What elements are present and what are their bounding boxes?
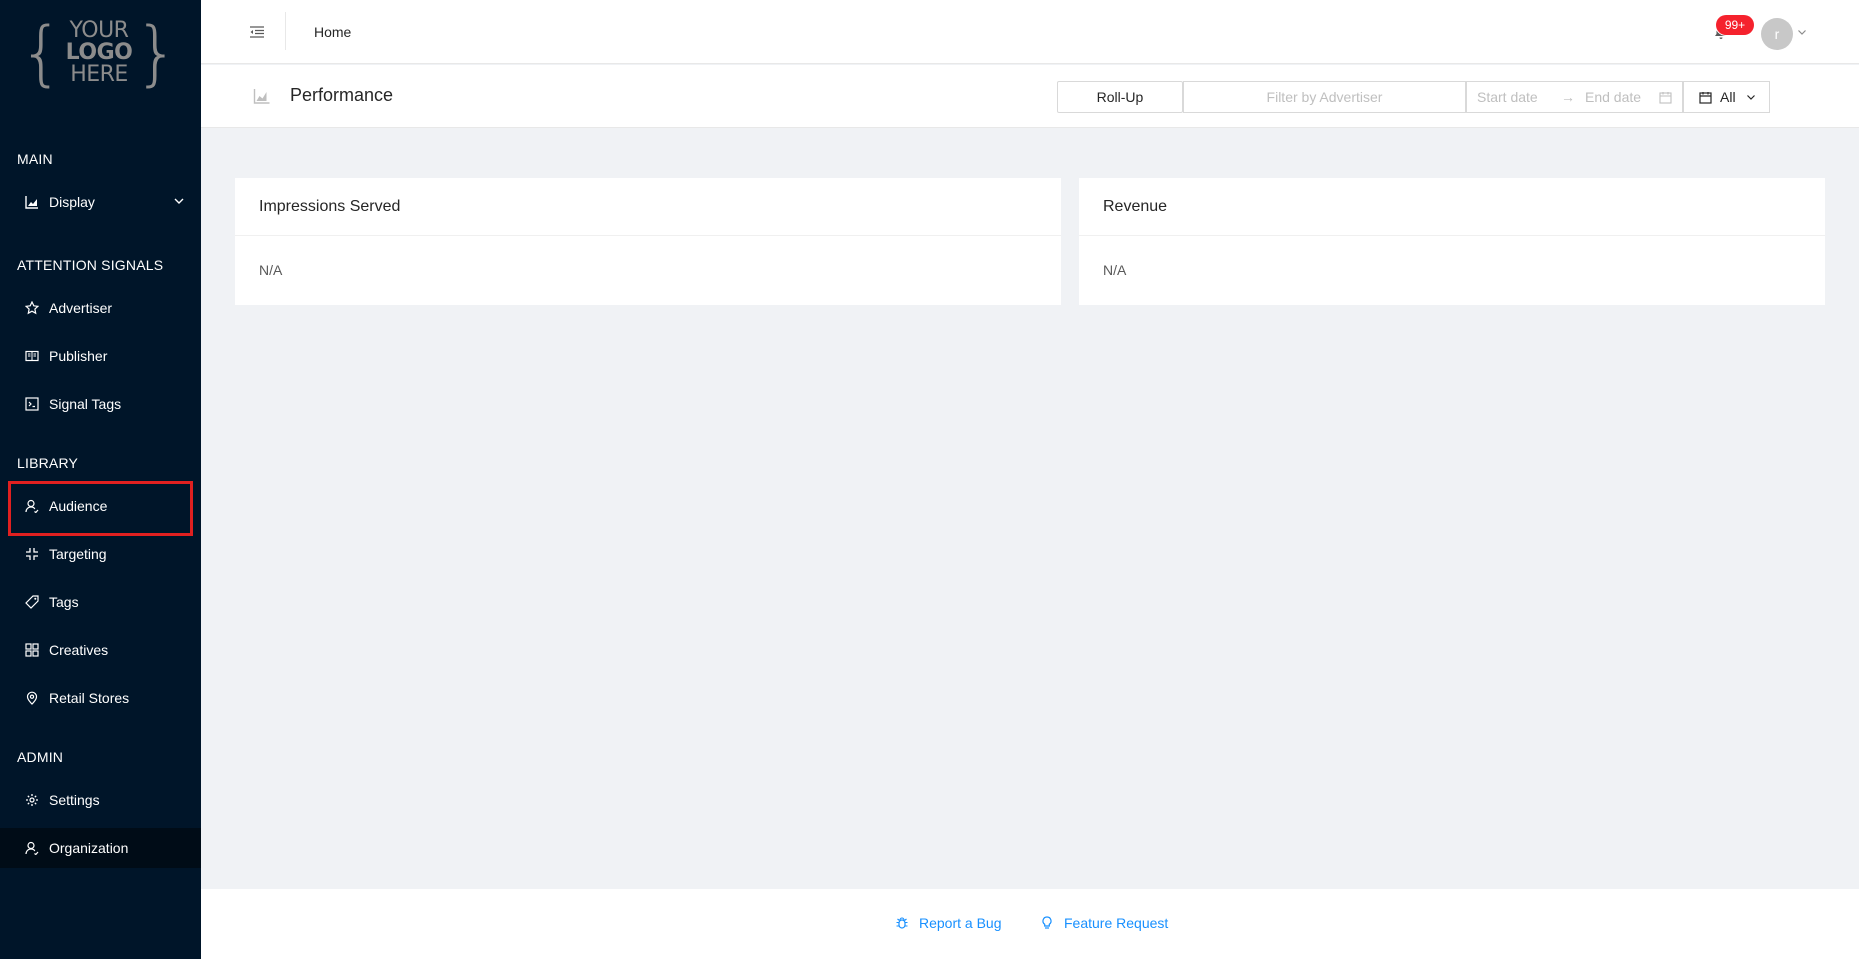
sidebar-item-signal-tags[interactable]: Signal Tags [0,384,201,424]
rollup-button[interactable]: Roll-Up [1057,81,1183,113]
date-preset-select[interactable]: All [1683,81,1770,113]
calendar-icon [1659,92,1672,104]
card-value: N/A [259,262,283,278]
logo-right-brace: } [134,12,179,94]
logo-left-brace: { [19,12,64,94]
sidebar-item-advertiser[interactable]: Advertiser [0,288,201,328]
gear-icon [25,793,39,807]
date-preset-value: All [1720,89,1736,105]
code-icon [25,397,39,411]
sidebar-item-label: Publisher [49,348,108,364]
sidebar: { YOUR LOGO HERE } MAIN Display ATTENTIO… [0,0,201,959]
end-date-input[interactable]: End date [1585,89,1661,105]
top-header: Home 99+ r [201,0,1859,64]
team-icon [25,841,39,855]
sidebar-item-tags[interactable]: Tags [0,582,201,622]
sidebar-item-label: Targeting [49,546,107,562]
sidebar-item-creatives[interactable]: Creatives [0,630,201,670]
arrow-right-icon: → [1561,89,1575,105]
report-bug-link[interactable]: Report a Bug [895,915,1002,931]
area-chart-icon [253,89,270,104]
appstore-icon [25,643,39,657]
sidebar-item-publisher[interactable]: Publisher [0,336,201,376]
impressions-card: Impressions Served N/A [235,178,1061,305]
page-header: Performance Roll-Up Start date → End dat… [201,65,1859,128]
read-icon [25,349,39,363]
user-icon [25,499,39,513]
logo: { YOUR LOGO HERE } [19,14,179,92]
area-chart-icon [25,195,39,209]
card-value: N/A [1103,262,1127,278]
sidebar-item-audience[interactable]: Audience [0,486,201,526]
sidebar-item-label: Tags [49,594,79,610]
sidebar-item-label: Signal Tags [49,396,122,412]
advertiser-filter-input[interactable] [1183,81,1466,113]
bulb-icon [1042,916,1052,929]
feature-request-label: Feature Request [1064,915,1169,931]
chevron-down-icon [174,198,184,204]
report-bug-label: Report a Bug [919,915,1002,931]
sidebar-item-settings[interactable]: Settings [0,780,201,820]
card-title: Revenue [1079,178,1825,236]
chevron-down-icon[interactable] [1797,27,1807,37]
group-title-main: MAIN [17,151,53,167]
logo-text: YOUR LOGO HERE [66,20,133,86]
group-title-attention-signals: ATTENTION SIGNALS [17,257,164,273]
logo-line-1: YOUR [69,18,129,43]
card-title: Impressions Served [235,178,1061,236]
logo-line-3: HERE [70,62,128,87]
group-title-library: LIBRARY [17,455,79,471]
map-pin-icon [25,691,39,705]
star-icon [25,301,39,315]
sidebar-item-label: Creatives [49,642,109,658]
footer: Report a Bug Feature Request [201,889,1859,959]
feature-request-link[interactable]: Feature Request [1040,915,1168,931]
header-divider [285,12,286,50]
compress-icon [25,547,39,561]
tag-icon [25,595,39,609]
sidebar-item-organization[interactable]: Organization [0,828,201,868]
logo-line-2: LOGO [65,40,133,65]
revenue-card: Revenue N/A [1079,178,1825,305]
start-date-input[interactable]: Start date [1477,89,1555,105]
sidebar-item-label: Retail Stores [49,690,130,706]
page-title: Performance [290,85,394,105]
sidebar-item-label: Organization [49,840,129,856]
breadcrumb[interactable]: Home [314,24,351,40]
notification-badge: 99+ [1716,15,1754,35]
sidebar-item-label: Audience [49,498,108,514]
bug-icon [896,917,908,929]
group-title-admin: ADMIN [17,749,64,765]
sidebar-item-targeting[interactable]: Targeting [0,534,201,574]
calendar-icon [1699,91,1712,104]
sidebar-item-retail-stores[interactable]: Retail Stores [0,678,201,718]
avatar[interactable]: r [1761,18,1793,50]
sidebar-item-label: Advertiser [49,300,113,316]
menu-fold-icon[interactable] [249,24,265,40]
sidebar-item-label: Display [49,194,95,210]
date-range-picker[interactable]: Start date → End date [1466,81,1683,113]
sidebar-item-display[interactable]: Display [0,182,201,222]
sidebar-item-label: Settings [49,792,100,808]
chevron-down-icon [1746,95,1755,100]
